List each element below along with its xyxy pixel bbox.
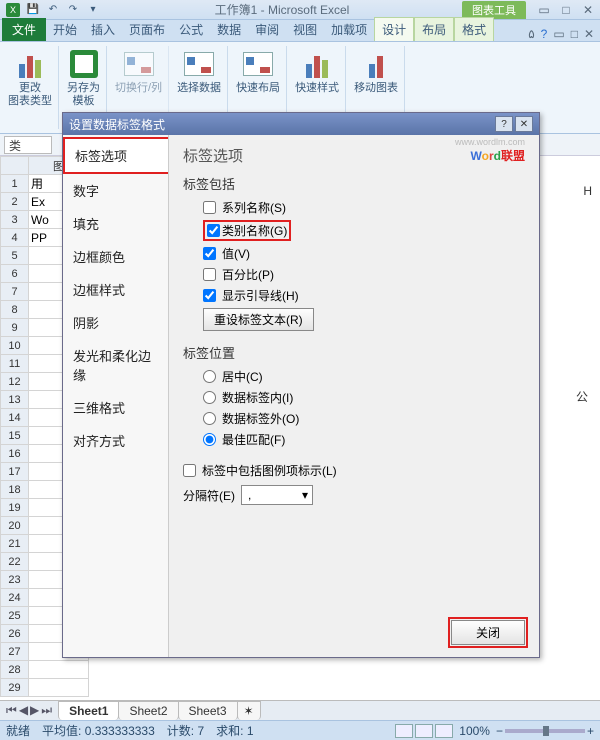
sheet-tab-3[interactable]: Sheet3 bbox=[178, 701, 238, 720]
ribbon-tabs: 文件 开始 插入 页面布 公式 数据 审阅 视图 加载项 设计 布局 格式 ۵ … bbox=[0, 20, 600, 42]
row-header[interactable]: 1 bbox=[1, 175, 29, 193]
next-sheet-icon[interactable]: ▶ bbox=[30, 703, 39, 718]
nav-glow[interactable]: 发光和柔化边缘 bbox=[63, 339, 168, 391]
tab-layout[interactable]: 布局 bbox=[414, 17, 454, 41]
close-button[interactable]: 关闭 bbox=[451, 620, 525, 645]
status-ready: 就绪 bbox=[6, 722, 30, 739]
position-center-radio[interactable] bbox=[203, 370, 216, 383]
series-name-checkbox[interactable] bbox=[203, 201, 216, 214]
separator-label: 分隔符(E) bbox=[183, 487, 235, 504]
percentage-checkbox[interactable] bbox=[203, 268, 216, 281]
position-bestfit-radio[interactable] bbox=[203, 433, 216, 446]
sheet-tab-bar: ⏮ ◀ ▶ ⏭ Sheet1 Sheet2 Sheet3 ✶ bbox=[0, 700, 600, 720]
label-contains-heading: 标签包括 bbox=[183, 174, 525, 193]
value-checkbox[interactable] bbox=[203, 247, 216, 260]
page-break-view-icon[interactable] bbox=[435, 724, 453, 738]
dialog-nav: 标签选项 数字 填充 边框颜色 边框样式 阴影 发光和柔化边缘 三维格式 对齐方… bbox=[63, 135, 169, 657]
nav-shadow[interactable]: 阴影 bbox=[63, 306, 168, 339]
tab-design[interactable]: 设计 bbox=[374, 17, 414, 41]
name-box[interactable]: 类 bbox=[4, 136, 52, 154]
quick-access-toolbar: X 💾 ↶ ↷ ▾ bbox=[4, 2, 102, 18]
doc-close-icon[interactable]: ✕ bbox=[584, 27, 594, 41]
last-sheet-icon[interactable]: ⏭ bbox=[41, 703, 52, 718]
dialog-titlebar[interactable]: 设置数据标签格式 ? ✕ bbox=[63, 113, 539, 135]
page-layout-view-icon[interactable] bbox=[415, 724, 433, 738]
qat-dropdown-icon[interactable]: ▾ bbox=[84, 2, 102, 18]
status-bar: 就绪 平均值: 0.333333333 计数: 7 求和: 1 100% − + bbox=[0, 720, 600, 740]
excel-app-icon[interactable]: X bbox=[4, 2, 22, 18]
nav-3d[interactable]: 三维格式 bbox=[63, 391, 168, 424]
status-average: 0.333333333 bbox=[85, 724, 155, 738]
position-outside-radio[interactable] bbox=[203, 412, 216, 425]
prev-sheet-icon[interactable]: ◀ bbox=[19, 703, 28, 718]
dialog-help-icon[interactable]: ? bbox=[495, 116, 513, 132]
separator-dropdown[interactable]: ,▾ bbox=[241, 485, 313, 505]
zoom-in-icon[interactable]: + bbox=[587, 724, 594, 738]
window-controls: ▭ □ ✕ bbox=[536, 3, 596, 17]
window-title: 工作簿1 - Microsoft Excel bbox=[102, 1, 462, 18]
include-legend-checkbox[interactable] bbox=[183, 464, 196, 477]
titlebar: X 💾 ↶ ↷ ▾ 工作簿1 - Microsoft Excel 图表工具 ▭ … bbox=[0, 0, 600, 20]
undo-icon[interactable]: ↶ bbox=[44, 2, 62, 18]
tab-insert[interactable]: 插入 bbox=[84, 18, 122, 41]
first-sheet-icon[interactable]: ⏮ bbox=[6, 703, 17, 718]
format-data-labels-dialog: 设置数据标签格式 ? ✕ 标签选项 数字 填充 边框颜色 边框样式 阴影 发光和… bbox=[62, 112, 540, 658]
dialog-main-panel: www.wordlm.com Word联盟 标签选项 标签包括 系列名称(S) … bbox=[169, 135, 539, 657]
col-h-label: H bbox=[583, 184, 592, 198]
sheet-tab-2[interactable]: Sheet2 bbox=[118, 701, 178, 720]
redo-icon[interactable]: ↷ bbox=[64, 2, 82, 18]
new-sheet-button[interactable]: ✶ bbox=[237, 701, 261, 720]
category-name-checkbox[interactable] bbox=[207, 222, 220, 239]
tab-view[interactable]: 视图 bbox=[286, 18, 324, 41]
status-sum: 1 bbox=[247, 724, 254, 738]
zoom-slider[interactable] bbox=[505, 729, 585, 733]
tab-page-layout[interactable]: 页面布 bbox=[122, 18, 172, 41]
save-icon[interactable]: 💾 bbox=[24, 2, 42, 18]
reset-label-text-button[interactable]: 重设标签文本(R) bbox=[203, 308, 314, 331]
tab-review[interactable]: 审阅 bbox=[248, 18, 286, 41]
tab-format[interactable]: 格式 bbox=[454, 17, 494, 41]
position-inside-radio[interactable] bbox=[203, 391, 216, 404]
tab-home[interactable]: 开始 bbox=[46, 18, 84, 41]
context-tool-label: 图表工具 bbox=[462, 1, 526, 19]
dialog-close-icon[interactable]: ✕ bbox=[515, 116, 533, 132]
status-count: 7 bbox=[197, 724, 204, 738]
tab-file[interactable]: 文件 bbox=[2, 18, 46, 41]
zoom-out-icon[interactable]: − bbox=[496, 724, 503, 738]
nav-align[interactable]: 对齐方式 bbox=[63, 424, 168, 457]
select-all-corner[interactable] bbox=[1, 157, 29, 175]
label-position-heading: 标签位置 bbox=[183, 343, 525, 362]
tab-addins[interactable]: 加载项 bbox=[324, 18, 374, 41]
leader-lines-checkbox[interactable] bbox=[203, 289, 216, 302]
tab-formulas[interactable]: 公式 bbox=[172, 18, 210, 41]
nav-fill[interactable]: 填充 bbox=[63, 207, 168, 240]
chevron-down-icon: ▾ bbox=[302, 488, 308, 502]
doc-minimize-icon[interactable]: ▭ bbox=[553, 27, 564, 41]
zoom-level[interactable]: 100% bbox=[459, 724, 490, 738]
minimize-icon[interactable]: ▭ bbox=[536, 3, 552, 17]
maximize-icon[interactable]: □ bbox=[558, 3, 574, 17]
nav-border-color[interactable]: 边框颜色 bbox=[63, 240, 168, 273]
sheet-tab-1[interactable]: Sheet1 bbox=[58, 701, 119, 720]
word-logo-watermark: Word联盟 bbox=[471, 143, 525, 166]
nav-number[interactable]: 数字 bbox=[63, 174, 168, 207]
doc-restore-icon[interactable]: □ bbox=[571, 27, 578, 41]
normal-view-icon[interactable] bbox=[395, 724, 413, 738]
nav-label-options[interactable]: 标签选项 bbox=[63, 137, 168, 174]
close-window-icon[interactable]: ✕ bbox=[580, 3, 596, 17]
help-icon[interactable]: ? bbox=[541, 27, 548, 41]
change-chart-type-button[interactable]: 更改 图表类型 bbox=[2, 46, 59, 129]
dialog-title: 设置数据标签格式 bbox=[69, 116, 165, 133]
minimize-ribbon-icon[interactable]: ۵ bbox=[528, 27, 534, 41]
tab-data[interactable]: 数据 bbox=[210, 18, 248, 41]
nav-border-style[interactable]: 边框样式 bbox=[63, 273, 168, 306]
